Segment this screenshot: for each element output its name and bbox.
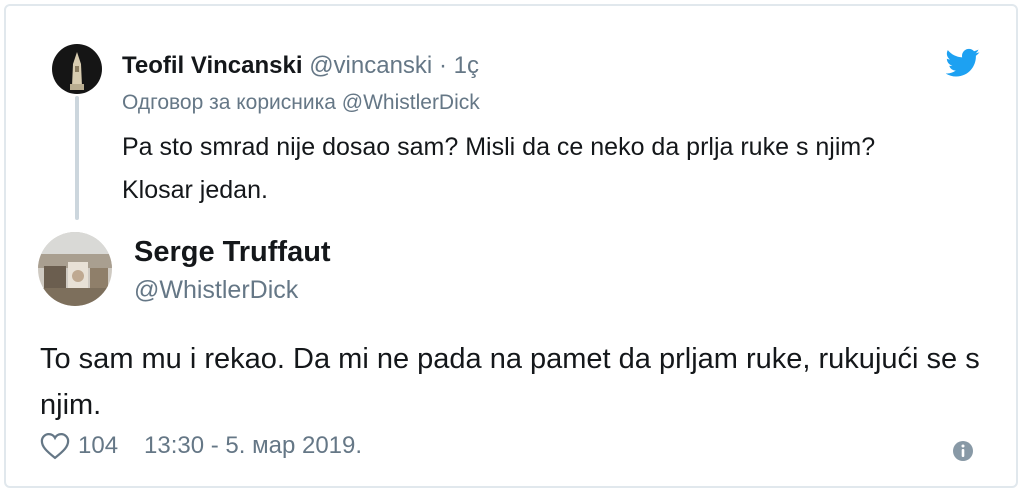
heart-icon[interactable] [40, 432, 70, 460]
thread-connector-line [75, 96, 79, 220]
author-handle[interactable]: @vincanski [309, 52, 432, 79]
avatar-image-photo [38, 232, 112, 306]
twitter-bird-icon[interactable] [946, 48, 980, 78]
author-name[interactable]: Teofil Vincanski [122, 52, 303, 79]
reply-mention-link[interactable]: @WhistlerDick [342, 91, 480, 114]
info-icon[interactable] [952, 440, 974, 462]
separator-dot: · [438, 52, 447, 79]
tweet-footer: 104 13:30 - 5. мар 2019. [40, 432, 362, 460]
reply-tweet-text: Pa sto smrad nije dosao sam? Misli da ce… [122, 133, 876, 204]
avatar[interactable] [52, 44, 102, 94]
reply-tweet-header: Teofil Vincanski @vincanski · 1ç [122, 52, 479, 80]
main-tweet-text: To sam mu i rekao. Da mi ne pada na pame… [40, 343, 980, 421]
main-author-handle[interactable]: @WhistlerDick [134, 276, 298, 305]
avatar[interactable] [38, 232, 112, 306]
like-count[interactable]: 104 [78, 432, 118, 460]
avatar-image-tower [52, 44, 102, 94]
main-author-name[interactable]: Serge Truffaut [134, 236, 331, 269]
reply-context: Одговор за корисника @WhistlerDick [122, 91, 480, 115]
reply-prefix: Одговор за корисника [122, 91, 336, 114]
tweet-time[interactable]: 1ç [454, 52, 479, 79]
tweet-timestamp[interactable]: 13:30 - 5. мар 2019. [144, 432, 362, 460]
